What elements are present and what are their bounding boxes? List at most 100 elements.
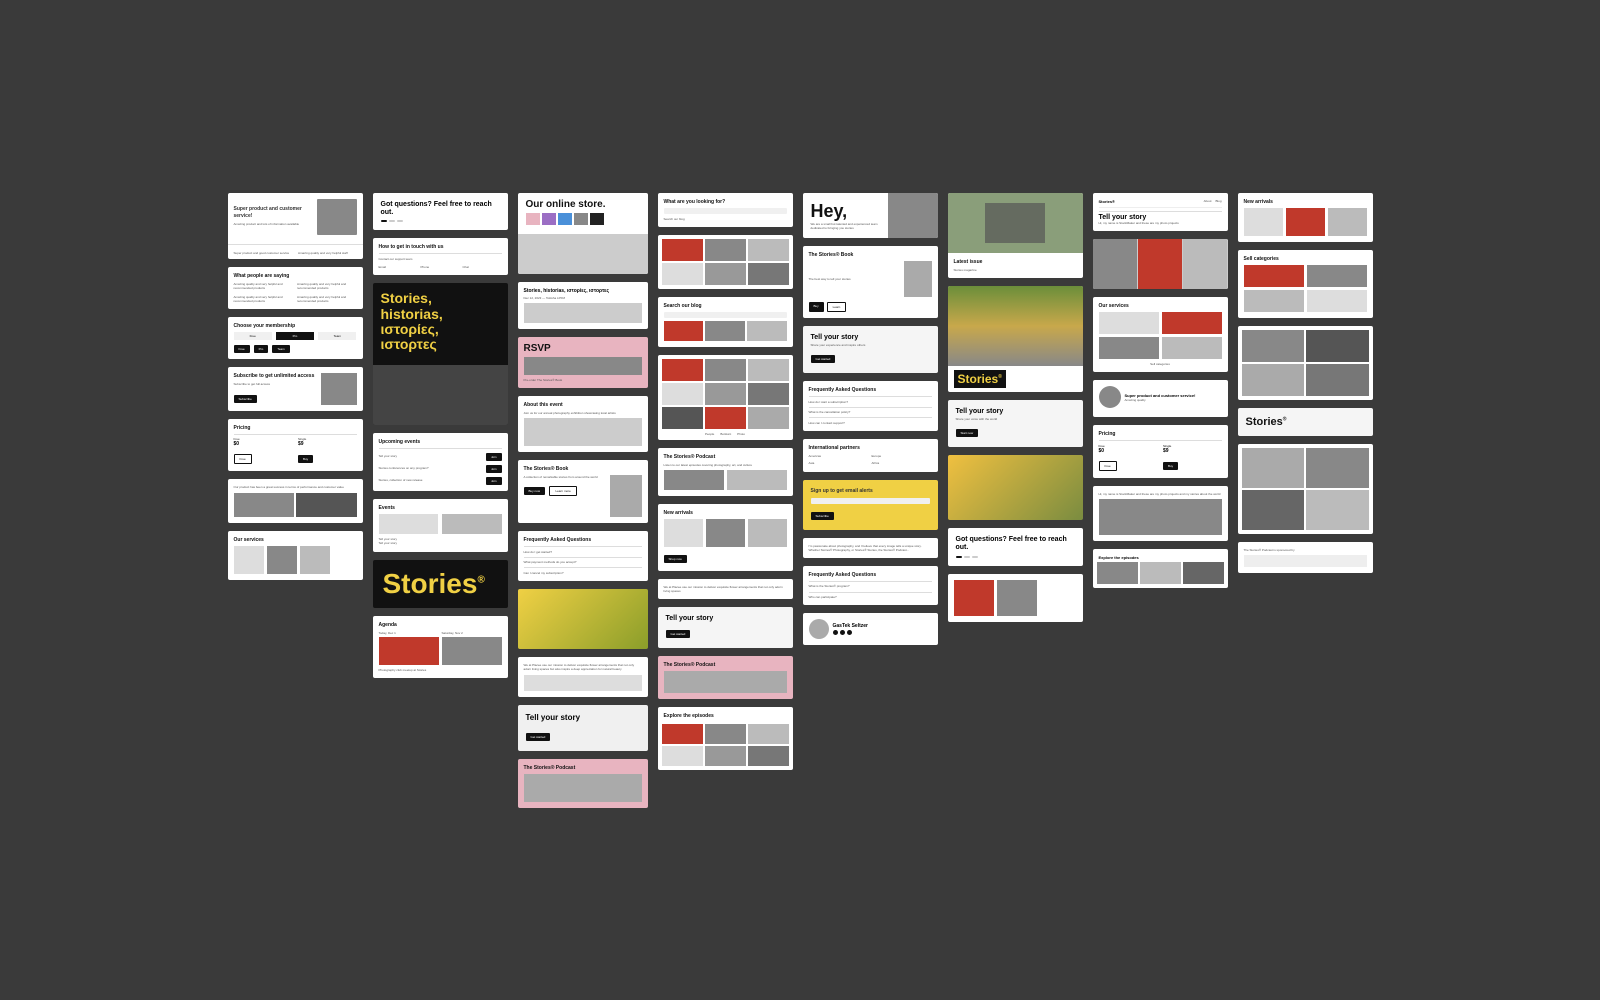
column-4: What are you looking for? Search our blo… bbox=[658, 193, 793, 771]
bp-img-8 bbox=[705, 407, 746, 429]
event-img-2 bbox=[442, 514, 502, 534]
categories-card: Sell categories bbox=[1238, 250, 1373, 318]
new-arrivals-title: New arrivals bbox=[664, 510, 787, 516]
na-btn[interactable]: Shop now bbox=[664, 555, 687, 563]
stories-book-text: The best way to tell your stories bbox=[809, 277, 900, 281]
faq2-q2: What is the cancellation policy? bbox=[809, 410, 932, 414]
price-free-btn[interactable]: Free bbox=[234, 454, 252, 464]
social-3[interactable] bbox=[847, 630, 852, 635]
bp-img-7 bbox=[662, 407, 703, 429]
event3-btn[interactable]: Join bbox=[486, 477, 502, 485]
stories-date: Dec 12, 2023 — Tokisha LPFM bbox=[524, 296, 642, 300]
ts4-btn[interactable]: Start now bbox=[956, 429, 979, 437]
event2-btn[interactable]: Join bbox=[486, 465, 502, 473]
sb-btn-1[interactable]: Buy bbox=[809, 302, 824, 312]
column-1: Super product and customer service! Amaz… bbox=[228, 193, 363, 580]
testimonial-photo-text: Our product has been a great success in … bbox=[234, 485, 357, 489]
signup-email[interactable] bbox=[811, 498, 930, 504]
ip2: Europe bbox=[872, 454, 932, 458]
book-buy-btn[interactable]: Buy now bbox=[524, 487, 546, 495]
bp-img-6 bbox=[748, 383, 789, 405]
search-input-1[interactable] bbox=[664, 208, 787, 214]
subscribe-card: Subscribe to get unlimited access Subscr… bbox=[228, 367, 363, 411]
faq2-q1: How do I start a subscription? bbox=[809, 400, 932, 404]
flowers-card bbox=[1093, 239, 1228, 289]
social-2[interactable] bbox=[840, 630, 845, 635]
na-img-3 bbox=[748, 519, 787, 547]
btn-free[interactable]: Free bbox=[234, 345, 250, 353]
t3: Amazing quality and very helpful and rec… bbox=[234, 295, 294, 303]
event3: Stories, collection of new release bbox=[379, 478, 423, 482]
tsh-text: Hi, my name is StockMaker and these are … bbox=[1099, 221, 1222, 225]
service-img-3 bbox=[300, 546, 330, 574]
blog-img-3 bbox=[748, 239, 789, 261]
stories-text-title: Stories, historias, ιστορίες, ιστορτες bbox=[524, 288, 642, 294]
cfaq-q2: Who can participate? bbox=[809, 595, 932, 599]
cat-img-4 bbox=[1307, 290, 1367, 312]
social-1[interactable] bbox=[833, 630, 838, 635]
ch3: Chat bbox=[463, 265, 502, 269]
testimonial-sub: Amazing product and lots of information … bbox=[234, 222, 313, 226]
na2-img-2 bbox=[1286, 208, 1325, 236]
search-blog2-card: Search our blog bbox=[658, 297, 793, 347]
event1-btn[interactable]: Join bbox=[486, 453, 502, 461]
t2: Amazing quality and very helpful and rec… bbox=[297, 282, 357, 290]
events-list-card: Events Tell your story Tell your story bbox=[373, 499, 508, 551]
price-single-btn[interactable]: Buy bbox=[298, 455, 313, 463]
pc7-buy[interactable]: Buy bbox=[1163, 462, 1178, 470]
nav-item-1[interactable]: About bbox=[1204, 199, 1212, 203]
contact-footer-card: Got questions? Feel free to reach out. bbox=[948, 528, 1083, 566]
blog-img-2 bbox=[705, 239, 746, 261]
search-input-2[interactable] bbox=[664, 312, 787, 318]
sb-btn-2[interactable]: Learn bbox=[827, 302, 847, 312]
contact-footer-title: Got questions? Feel free to reach out. bbox=[956, 536, 1075, 553]
ch1: Email bbox=[379, 265, 418, 269]
field-photo-img bbox=[948, 286, 1083, 366]
ip3: Asia bbox=[809, 461, 869, 465]
ep-img-6 bbox=[748, 746, 789, 766]
search-blog-title: What are you looking for? bbox=[664, 199, 787, 205]
field-photo-card: Stories® bbox=[948, 286, 1083, 392]
stories-book-card: The Stories® Book The best way to tell y… bbox=[803, 246, 938, 318]
ts2-btn[interactable]: Get started bbox=[666, 630, 691, 638]
agenda-img-2 bbox=[442, 637, 502, 665]
ts3-btn[interactable]: Get started bbox=[811, 355, 836, 363]
events-list-title: Events bbox=[379, 505, 502, 511]
agenda-day2: Saturday, Nov 2 bbox=[442, 631, 502, 635]
book-learn-btn[interactable]: Learn more bbox=[549, 486, 576, 496]
search-blog-card: What are you looking for? Search our blo… bbox=[658, 193, 793, 227]
stories-badge-card: Stories® bbox=[1238, 408, 1373, 436]
btn-team[interactable]: Team bbox=[272, 345, 289, 353]
subscribe-btn[interactable]: Subscribe bbox=[234, 395, 257, 403]
pc7-free[interactable]: Free bbox=[1099, 461, 1117, 471]
column-3: Our online store. Stories, historias, ισ… bbox=[518, 193, 648, 808]
flower-img-2 bbox=[1138, 239, 1182, 289]
rsvp-img bbox=[524, 357, 642, 375]
product-avatar bbox=[1099, 386, 1121, 408]
cat-img-1 bbox=[1244, 265, 1304, 287]
pp-img-2 bbox=[1306, 448, 1369, 488]
yellow-flower-card bbox=[518, 589, 648, 649]
event-img-1 bbox=[379, 514, 439, 534]
about-element-title: About this event bbox=[524, 402, 642, 408]
agenda-img-1 bbox=[379, 637, 439, 665]
store-color-2 bbox=[542, 213, 556, 225]
na2-title: New arrivals bbox=[1244, 199, 1367, 205]
hey-image bbox=[888, 193, 938, 238]
bio-text: Hi, my name is StockMaker and these are … bbox=[1099, 492, 1222, 496]
tell-story-btn[interactable]: Get started bbox=[526, 733, 551, 741]
signup-btn[interactable]: Subscribe bbox=[811, 512, 834, 520]
signup-text: Sign up to get email alerts bbox=[811, 488, 930, 495]
column-8: New arrivals Sell categories bbox=[1238, 193, 1373, 573]
cards-grid: Super product and customer service! Amaz… bbox=[168, 133, 1433, 868]
bio-card: Hi, my name is StockMaker and these are … bbox=[1093, 486, 1228, 541]
pgl-img-3 bbox=[1242, 364, 1305, 396]
bp-img-2 bbox=[705, 359, 746, 381]
q1: Super product and good customer service bbox=[234, 251, 293, 255]
stories-badge-text: Stories® bbox=[1246, 416, 1365, 428]
blog-img-5 bbox=[705, 263, 746, 285]
nav-item-2[interactable]: Blog bbox=[1215, 199, 1221, 203]
btn-pro[interactable]: Pro bbox=[254, 345, 269, 353]
bp-img-4 bbox=[662, 383, 703, 405]
ee2-img-3 bbox=[1183, 562, 1224, 584]
